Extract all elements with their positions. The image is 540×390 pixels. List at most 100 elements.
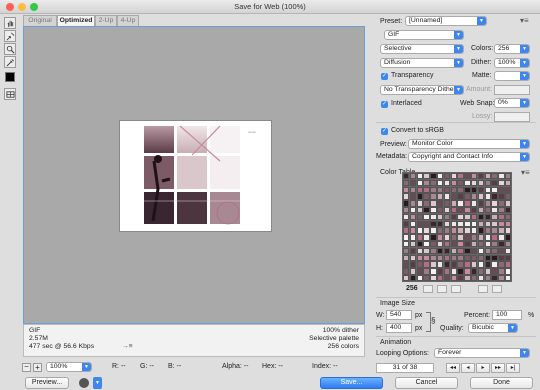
color-swatch[interactable] xyxy=(416,173,423,180)
color-swatch[interactable] xyxy=(498,254,505,261)
color-swatch[interactable] xyxy=(484,213,491,221)
color-swatch[interactable] xyxy=(491,254,498,261)
eyedropper-tool-button[interactable] xyxy=(4,56,16,68)
web-snap-field[interactable]: 0% ▼ xyxy=(494,98,530,108)
color-swatch[interactable] xyxy=(505,268,512,275)
color-swatch[interactable] xyxy=(423,193,430,200)
color-swatch[interactable] xyxy=(471,193,478,200)
zoom-in-button[interactable]: + xyxy=(33,363,42,372)
tab-2-up[interactable]: 2-Up xyxy=(95,15,117,26)
color-swatch[interactable] xyxy=(484,247,491,255)
color-swatch[interactable] xyxy=(403,268,410,275)
zoom-out-button[interactable]: − xyxy=(22,363,31,372)
color-swatch[interactable] xyxy=(409,275,417,282)
settings-menu-icon[interactable]: ▾≡ xyxy=(520,16,529,25)
last-frame-button[interactable]: ▸| xyxy=(506,363,520,373)
color-swatch[interactable] xyxy=(430,179,437,187)
color-swatch[interactable] xyxy=(416,207,423,214)
color-swatch[interactable] xyxy=(477,247,485,255)
color-swatch[interactable] xyxy=(471,213,478,221)
color-swatch[interactable] xyxy=(430,193,437,200)
tab-4-up[interactable]: 4-Up xyxy=(117,15,139,26)
color-swatch[interactable] xyxy=(471,207,478,214)
color-swatch[interactable] xyxy=(437,241,444,248)
color-swatch[interactable] xyxy=(443,254,451,261)
color-swatch[interactable] xyxy=(464,227,471,234)
color-swatch[interactable] xyxy=(403,213,410,221)
color-swatch[interactable] xyxy=(416,193,423,200)
color-swatch[interactable] xyxy=(491,241,498,248)
color-swatch[interactable] xyxy=(450,200,457,207)
color-reduction-select[interactable]: Selective ▼ xyxy=(380,44,464,54)
color-swatch[interactable] xyxy=(505,261,512,268)
color-swatch[interactable] xyxy=(498,220,505,227)
color-swatch[interactable] xyxy=(464,247,471,255)
color-swatch[interactable] xyxy=(403,207,410,214)
color-swatch[interactable] xyxy=(416,186,423,193)
color-swatch[interactable] xyxy=(491,186,498,193)
color-swatch[interactable] xyxy=(491,220,498,227)
color-swatch[interactable] xyxy=(450,179,457,187)
color-swatch[interactable] xyxy=(416,247,423,255)
color-swatch[interactable] xyxy=(423,173,430,180)
color-swatch[interactable] xyxy=(430,241,437,248)
color-swatch[interactable] xyxy=(403,254,410,261)
color-swatch[interactable] xyxy=(464,220,471,227)
color-swatch[interactable] xyxy=(505,173,512,180)
color-swatch[interactable] xyxy=(423,275,430,282)
color-swatch[interactable] xyxy=(471,247,478,255)
color-swatch[interactable] xyxy=(484,200,491,207)
color-swatch[interactable] xyxy=(443,234,451,241)
color-swatch[interactable] xyxy=(416,200,423,207)
slice-select-tool-button[interactable] xyxy=(4,30,16,42)
color-swatch[interactable] xyxy=(491,213,498,221)
color-swatch[interactable] xyxy=(430,200,437,207)
color-swatch[interactable] xyxy=(450,213,457,221)
color-swatch[interactable] xyxy=(437,220,444,227)
color-swatch[interactable] xyxy=(477,193,485,200)
color-swatch[interactable] xyxy=(457,241,464,248)
color-swatch[interactable] xyxy=(450,268,457,275)
color-swatch[interactable] xyxy=(471,227,478,234)
color-swatch[interactable] xyxy=(457,193,464,200)
color-swatch[interactable] xyxy=(430,275,437,282)
color-swatch[interactable] xyxy=(409,234,417,241)
color-swatch[interactable] xyxy=(505,213,512,221)
color-swatch[interactable] xyxy=(423,254,430,261)
color-swatch[interactable] xyxy=(505,193,512,200)
map-to-transparent-icon[interactable] xyxy=(423,285,433,293)
color-swatch[interactable] xyxy=(437,213,444,221)
color-swatch[interactable] xyxy=(498,234,505,241)
color-swatch[interactable] xyxy=(423,179,430,187)
color-swatch[interactable] xyxy=(471,173,478,180)
color-swatch[interactable] xyxy=(491,173,498,180)
new-color-icon[interactable] xyxy=(478,285,488,293)
color-swatch[interactable] xyxy=(477,173,485,180)
color-swatch[interactable] xyxy=(430,268,437,275)
color-swatch[interactable] xyxy=(430,173,437,180)
color-swatch[interactable] xyxy=(464,213,471,221)
color-swatch[interactable] xyxy=(471,220,478,227)
file-format-select[interactable]: GIF ▼ xyxy=(384,30,464,40)
zoom-level-select[interactable]: 100% ▼ xyxy=(46,362,92,372)
color-swatch[interactable] xyxy=(477,261,485,268)
download-speed-menu-icon[interactable]: →≡ xyxy=(122,343,133,351)
color-swatch[interactable] xyxy=(430,254,437,261)
color-swatch[interactable] xyxy=(409,173,417,180)
color-swatch[interactable] xyxy=(403,234,410,241)
browser-menu-chevron-icon[interactable]: ▼ xyxy=(93,377,102,389)
color-swatch[interactable] xyxy=(403,220,410,227)
color-swatch[interactable] xyxy=(484,268,491,275)
tab-original[interactable]: Original xyxy=(23,15,57,26)
color-swatch[interactable] xyxy=(457,254,464,261)
color-swatch[interactable] xyxy=(457,213,464,221)
color-swatch[interactable] xyxy=(423,247,430,255)
color-swatch[interactable] xyxy=(443,220,451,227)
color-swatch[interactable] xyxy=(477,241,485,248)
color-swatch[interactable] xyxy=(450,173,457,180)
color-swatch[interactable] xyxy=(484,227,491,234)
color-swatch[interactable] xyxy=(443,213,451,221)
color-swatch[interactable] xyxy=(491,234,498,241)
play-button[interactable]: ▸ xyxy=(476,363,490,373)
preview-color-select[interactable]: Monitor Color ▼ xyxy=(408,139,530,149)
